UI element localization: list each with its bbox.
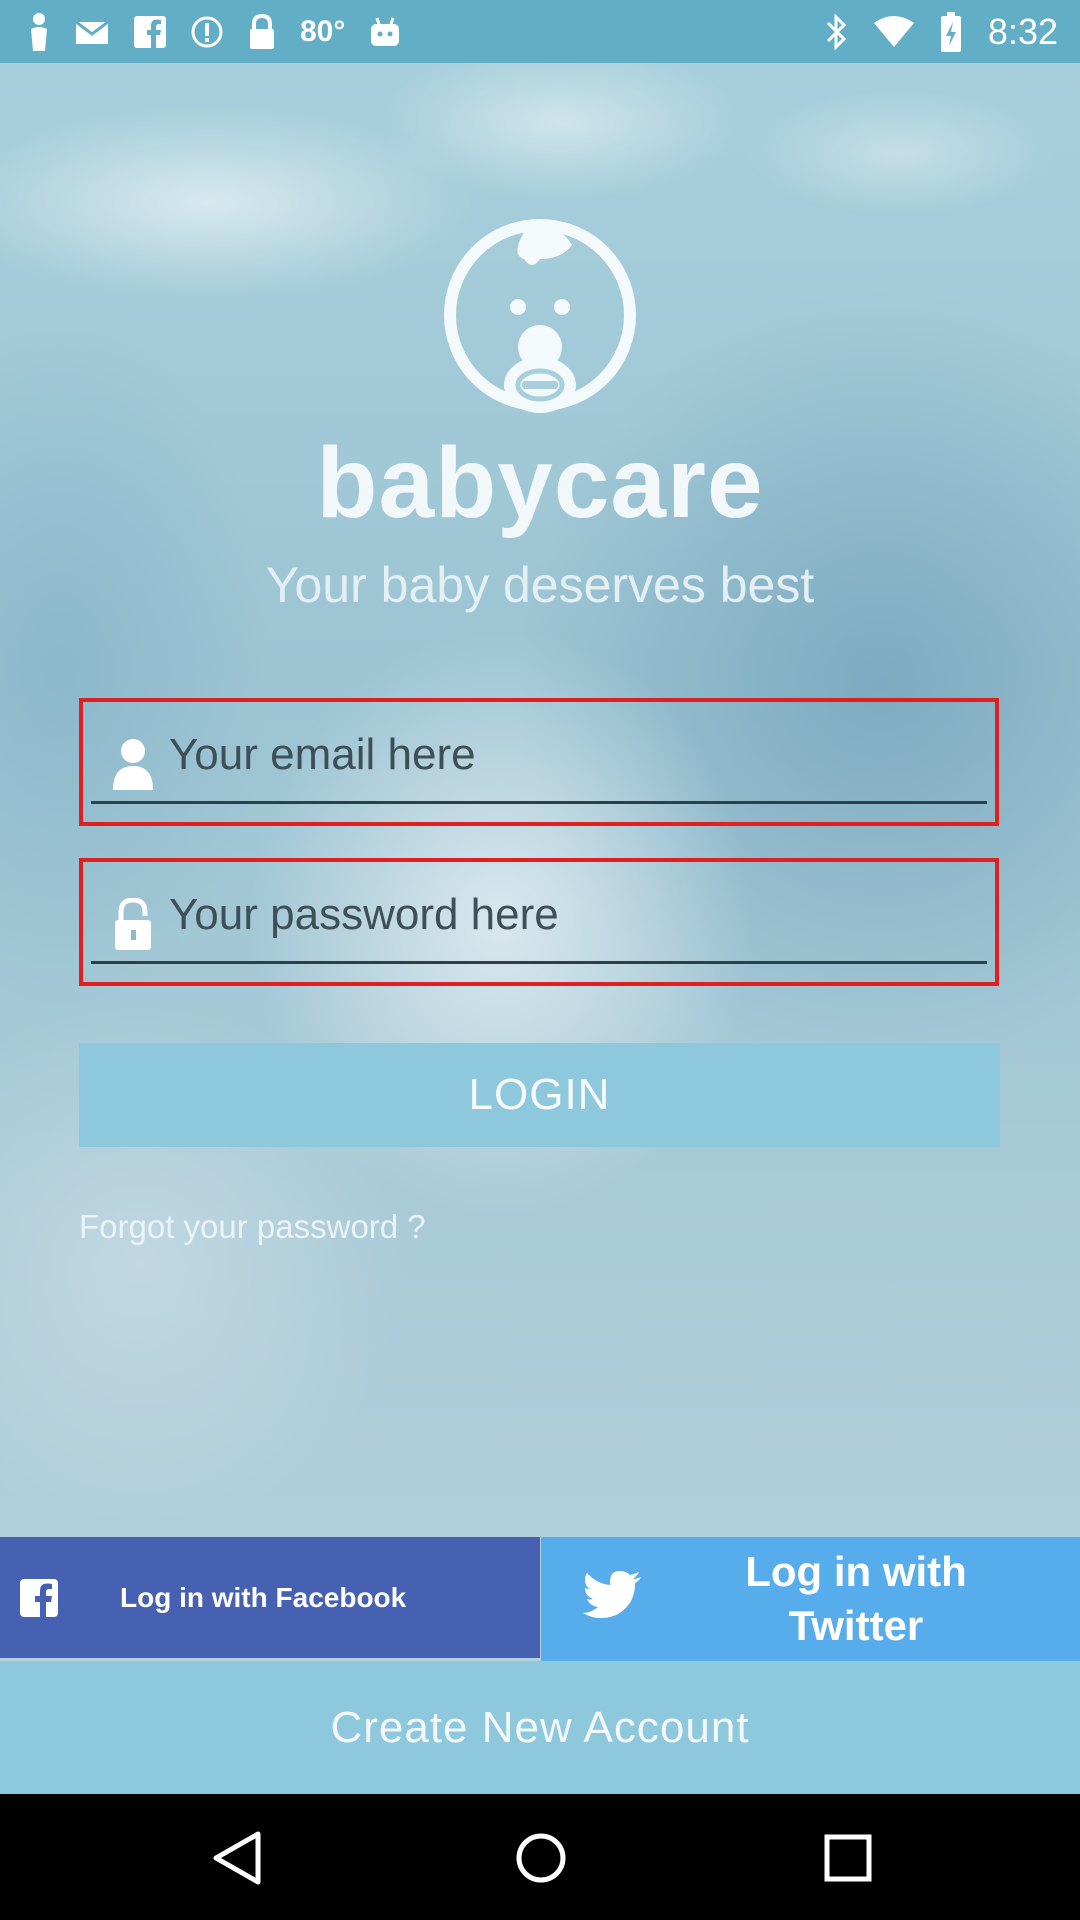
twitter-login-button[interactable]: Log in with Twitter <box>541 1537 1080 1661</box>
battery-icon <box>940 11 961 52</box>
app-brand-title: babycare <box>316 427 764 539</box>
email-field[interactable]: Your email here <box>79 698 999 826</box>
padlock-icon <box>115 898 151 950</box>
back-icon[interactable] <box>210 1830 262 1886</box>
status-bar: 80° 8:32 <box>0 0 1080 63</box>
facebook-icon <box>134 15 166 48</box>
baby-logo-icon <box>444 219 636 413</box>
clock-text: 8:32 <box>987 10 1058 52</box>
facebook-login-label: Log in with Facebook <box>120 1581 407 1613</box>
temperature-text: 80° <box>300 14 346 48</box>
bluetooth-icon <box>826 12 847 51</box>
login-button[interactable]: LOGIN <box>79 1043 1000 1147</box>
person-icon <box>31 12 47 51</box>
lock-icon <box>250 13 274 49</box>
forgot-password-link[interactable]: Forgot your password ? <box>79 1208 426 1246</box>
facebook-login-button[interactable]: Log in with Facebook <box>0 1537 540 1658</box>
email-placeholder: Your email here <box>169 730 476 779</box>
password-field[interactable]: Your password here <box>79 858 999 986</box>
twitter-bird-icon <box>583 1571 641 1618</box>
alert-icon <box>191 16 223 47</box>
user-icon <box>113 739 153 790</box>
create-account-button[interactable]: Create New Account <box>0 1661 1080 1794</box>
navigation-bar <box>0 1794 1080 1920</box>
app-tagline: Your baby deserves best <box>265 557 815 613</box>
password-placeholder: Your password here <box>169 890 559 939</box>
facebook-logo-icon <box>20 1579 58 1617</box>
login-screen: babycare Your baby deserves best Your em… <box>0 63 1080 1794</box>
android-icon <box>371 17 400 46</box>
wifi-icon <box>873 15 914 47</box>
home-icon[interactable] <box>515 1830 567 1886</box>
password-underline <box>91 961 987 964</box>
email-underline <box>91 801 987 804</box>
recents-icon[interactable] <box>822 1830 874 1886</box>
twitter-login-label: Log in with Twitter <box>745 1548 967 1649</box>
mail-icon <box>75 20 109 44</box>
